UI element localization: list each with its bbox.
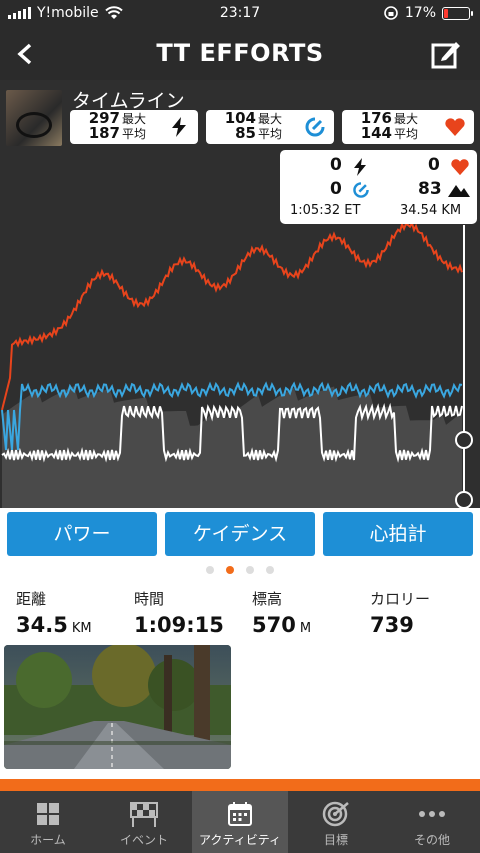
power-stats-box: 297 187 最大 平均	[70, 110, 198, 144]
cursor-handle[interactable]	[455, 491, 473, 508]
summary-value: 34.5	[16, 613, 68, 637]
heart-icon	[451, 159, 469, 176]
summary-time: 時間 1:09:15	[134, 588, 228, 637]
readout-elapsed: 1:05:32 ET	[290, 203, 361, 218]
app-header: TT EFFORTS	[0, 28, 480, 80]
cursor-handle[interactable]	[455, 431, 473, 449]
bottom-tab-bar: ホーム イベント アクティビティ 目標 その他	[0, 791, 480, 853]
summary-label: カロリー	[370, 590, 431, 608]
summary-unit: KM	[71, 621, 92, 636]
summary-distance: 距離 34.5 KM	[16, 588, 92, 637]
cadence-avg-label: 平均	[258, 127, 283, 141]
summary-value: 570	[252, 613, 296, 637]
tab-events[interactable]: イベント	[96, 791, 192, 853]
page-dot[interactable]	[246, 566, 254, 574]
grid-icon	[37, 803, 59, 825]
tab-label: ホーム	[30, 833, 66, 847]
tab-activity[interactable]: アクティビティ	[192, 791, 288, 853]
metric-toggle-row: パワー ケイデンス 心拍計	[0, 508, 480, 564]
summary-calories: カロリー 739	[370, 588, 430, 637]
lightning-icon	[172, 117, 186, 137]
tab-label: 目標	[323, 833, 348, 847]
readout-distance: 34.54 KM	[400, 203, 462, 218]
summary-label: 標高	[252, 590, 283, 608]
more-dots-icon	[419, 811, 445, 817]
orientation-lock-icon	[384, 6, 398, 20]
rider-thumbnail	[6, 90, 62, 146]
summary-label: 時間	[134, 590, 165, 608]
readout-power: 0	[330, 155, 342, 175]
status-bar: Y!mobile 23:17 17%	[0, 0, 480, 28]
ride-summary: 距離 34.5 KM 時間 1:09:15 標高 570 M カロリー 739	[0, 588, 480, 640]
heart-stats-box: 176 144 最大 平均	[342, 110, 474, 144]
battery-icon	[442, 6, 473, 20]
tab-goals[interactable]: 目標	[288, 791, 384, 853]
readout-elevation: 83	[418, 179, 442, 199]
elevation-area	[2, 386, 462, 508]
tab-label: その他	[413, 833, 450, 847]
summary-elevation: 標高 570 M	[252, 588, 311, 637]
power-avg: 187	[88, 124, 120, 142]
cadence-max-label: 最大	[258, 112, 283, 126]
heart-rate-button[interactable]: 心拍計	[323, 512, 473, 556]
ride-screenshot[interactable]	[4, 645, 231, 769]
summary-value: 739	[370, 613, 414, 637]
cursor-readout: 0 0 0 83 1:05:32 ET 34.54 KM	[280, 150, 477, 224]
target-icon	[322, 801, 349, 827]
calendar-icon	[228, 802, 252, 826]
forest-road-image	[4, 645, 231, 769]
heart-rate-line	[1, 220, 463, 411]
tab-home[interactable]: ホーム	[0, 791, 96, 853]
checkered-flag-icon	[130, 802, 158, 827]
heart-avg-label: 平均	[394, 127, 419, 141]
cadence-avg: 85	[235, 124, 256, 142]
share-edit-icon[interactable]	[430, 38, 462, 70]
readout-cadence: 0	[330, 179, 342, 199]
power-max-label: 最大	[122, 112, 147, 126]
page-indicator[interactable]	[0, 566, 480, 574]
page-title: TT EFFORTS	[156, 39, 324, 67]
accent-bar	[0, 779, 480, 791]
heart-icon	[445, 118, 465, 136]
heart-avg: 144	[360, 124, 392, 142]
cadence-gauge-icon	[305, 117, 325, 137]
power-button[interactable]: パワー	[7, 512, 157, 556]
summary-value: 1:09:15	[134, 613, 224, 637]
battery-percent: 17%	[404, 5, 436, 21]
page-dot-active[interactable]	[226, 566, 234, 574]
cadence-gauge-icon	[353, 182, 369, 198]
cadence-stats-box: 104 85 最大 平均	[206, 110, 334, 144]
lightning-icon	[354, 158, 366, 176]
page-dot[interactable]	[266, 566, 274, 574]
heart-max-label: 最大	[394, 112, 419, 126]
tab-label: アクティビティ	[199, 833, 281, 847]
summary-unit: M	[299, 621, 312, 636]
readout-heart: 0	[428, 155, 440, 175]
page-dot[interactable]	[206, 566, 214, 574]
power-avg-label: 平均	[122, 127, 147, 141]
timeline-plot[interactable]	[0, 80, 480, 508]
tab-more[interactable]: その他	[384, 791, 480, 853]
cadence-button[interactable]: ケイデンス	[165, 512, 315, 556]
tab-label: イベント	[119, 833, 168, 847]
activity-chart[interactable]: タイムライン 297 187 最大 平均 104 85 最大 平均 176 144 最大平…	[0, 80, 480, 508]
mountain-icon	[448, 185, 470, 197]
summary-label: 距離	[16, 590, 47, 608]
